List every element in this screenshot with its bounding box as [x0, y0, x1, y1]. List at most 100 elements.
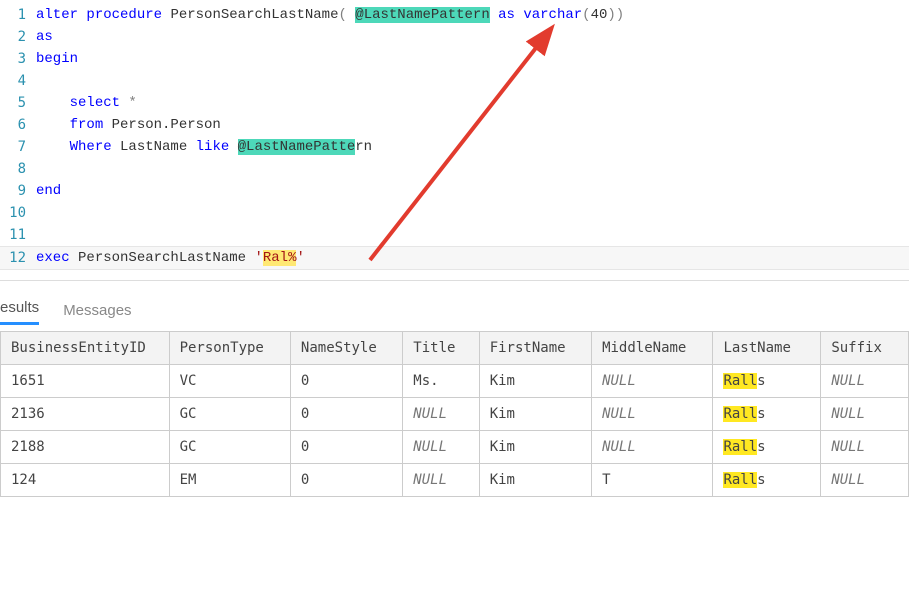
cell[interactable]: NULL	[403, 398, 479, 431]
results-header-row: BusinessEntityID PersonType NameStyle Ti…	[1, 332, 909, 365]
code-content[interactable]	[36, 158, 909, 180]
results-tabs: esults Messages	[0, 281, 909, 325]
col-header-suffix[interactable]: Suffix	[821, 332, 909, 365]
tab-messages[interactable]: Messages	[63, 298, 131, 325]
col-header-title[interactable]: Title	[403, 332, 479, 365]
table-row[interactable]: 124EM0NULLKimTRallsNULL	[1, 464, 909, 497]
code-content[interactable]: select *	[36, 92, 909, 114]
keyword-select: select	[70, 95, 120, 111]
code-line: 9 end	[0, 180, 909, 202]
col-name: LastName	[112, 139, 196, 155]
cell[interactable]: EM	[169, 464, 290, 497]
cell[interactable]: Kim	[479, 431, 591, 464]
proc-name: PersonSearchLastName	[170, 7, 338, 23]
cell[interactable]: 124	[1, 464, 170, 497]
cell[interactable]: Kim	[479, 398, 591, 431]
code-content[interactable]: begin	[36, 48, 909, 70]
table-row[interactable]: 2136GC0NULLKimNULLRallsNULL	[1, 398, 909, 431]
col-header-middlename[interactable]: MiddleName	[592, 332, 713, 365]
cell[interactable]: NULL	[403, 431, 479, 464]
keyword-varchar: varchar	[523, 7, 582, 23]
results-grid[interactable]: BusinessEntityID PersonType NameStyle Ti…	[0, 331, 909, 497]
cell[interactable]: 2136	[1, 398, 170, 431]
len-val: 40	[591, 7, 608, 23]
cell[interactable]: NULL	[821, 464, 909, 497]
code-content[interactable]: alter procedure PersonSearchLastName( @L…	[36, 4, 909, 26]
line-number: 3	[0, 48, 36, 70]
lastname-highlight: Rall	[723, 406, 757, 422]
col-header-businessentityid[interactable]: BusinessEntityID	[1, 332, 170, 365]
table-name: Person.Person	[103, 117, 221, 133]
line-number: 6	[0, 114, 36, 136]
keyword-as: as	[498, 7, 515, 23]
keyword-procedure: procedure	[86, 7, 162, 23]
keyword-begin: begin	[36, 51, 78, 67]
tab-results[interactable]: esults	[0, 295, 39, 325]
col-header-lastname[interactable]: LastName	[713, 332, 821, 365]
table-row[interactable]: 1651VC0Ms.KimNULLRallsNULL	[1, 365, 909, 398]
line-number: 10	[0, 202, 36, 224]
cell[interactable]: Ralls	[713, 398, 821, 431]
keyword-alter: alter	[36, 7, 78, 23]
code-content[interactable]: end	[36, 180, 909, 202]
code-content[interactable]: Where LastName like @LastNamePattern	[36, 136, 909, 158]
col-header-persontype[interactable]: PersonType	[169, 332, 290, 365]
code-content[interactable]: as	[36, 26, 909, 48]
lastname-highlight: Rall	[723, 373, 757, 389]
string-open: '	[254, 250, 262, 266]
keyword-end: end	[36, 183, 61, 199]
cell[interactable]: VC	[169, 365, 290, 398]
cell[interactable]: NULL	[592, 398, 713, 431]
cell[interactable]: NULL	[592, 365, 713, 398]
code-content[interactable]	[36, 224, 909, 246]
code-line: 7 Where LastName like @LastNamePattern	[0, 136, 909, 158]
cell[interactable]: Ralls	[713, 431, 821, 464]
sql-editor[interactable]: 1 alter procedure PersonSearchLastName( …	[0, 0, 909, 281]
col-header-namestyle[interactable]: NameStyle	[290, 332, 402, 365]
line-number: 2	[0, 26, 36, 48]
code-line-current: 12 exec PersonSearchLastName 'Ral%'	[0, 246, 909, 270]
cell[interactable]: NULL	[821, 365, 909, 398]
cell[interactable]: GC	[169, 398, 290, 431]
cell[interactable]: 0	[290, 365, 402, 398]
cell[interactable]: NULL	[592, 431, 713, 464]
cell[interactable]: Ralls	[713, 365, 821, 398]
code-content[interactable]: from Person.Person	[36, 114, 909, 136]
cell[interactable]: 0	[290, 464, 402, 497]
keyword-where: Where	[70, 139, 112, 155]
code-content[interactable]	[36, 70, 909, 92]
line-number: 5	[0, 92, 36, 114]
code-line: 8	[0, 158, 909, 180]
cell[interactable]: Ralls	[713, 464, 821, 497]
cell[interactable]: 2188	[1, 431, 170, 464]
cell[interactable]: Kim	[479, 464, 591, 497]
param-ref-text: @LastNamePatte	[238, 139, 356, 155]
line-number: 1	[0, 4, 36, 26]
cell[interactable]: 0	[290, 398, 402, 431]
code-line: 11	[0, 224, 909, 246]
cell[interactable]: 0	[290, 431, 402, 464]
cell[interactable]: GC	[169, 431, 290, 464]
table-row[interactable]: 2188GC0NULLKimNULLRallsNULL	[1, 431, 909, 464]
param-ref-highlight: @LastNamePatte	[238, 139, 356, 155]
cell[interactable]: 1651	[1, 365, 170, 398]
col-header-firstname[interactable]: FirstName	[479, 332, 591, 365]
exec-proc-name: PersonSearchLastName	[70, 250, 255, 266]
keyword-as: as	[36, 29, 53, 45]
keyword-exec: exec	[36, 250, 70, 266]
cell[interactable]: Ms.	[403, 365, 479, 398]
param-ref-tail: rn	[355, 139, 372, 155]
cell[interactable]: T	[592, 464, 713, 497]
code-line: 2 as	[0, 26, 909, 48]
cell[interactable]: Kim	[479, 365, 591, 398]
cell[interactable]: NULL	[403, 464, 479, 497]
code-line: 4	[0, 70, 909, 92]
lastname-highlight: Rall	[723, 472, 757, 488]
len-close: )	[607, 7, 615, 23]
string-value-highlight: Ral%	[263, 250, 297, 266]
cell[interactable]: NULL	[821, 431, 909, 464]
code-line: 1 alter procedure PersonSearchLastName( …	[0, 4, 909, 26]
cell[interactable]: NULL	[821, 398, 909, 431]
code-content[interactable]	[36, 202, 909, 224]
code-content[interactable]: exec PersonSearchLastName 'Ral%'	[36, 247, 909, 269]
